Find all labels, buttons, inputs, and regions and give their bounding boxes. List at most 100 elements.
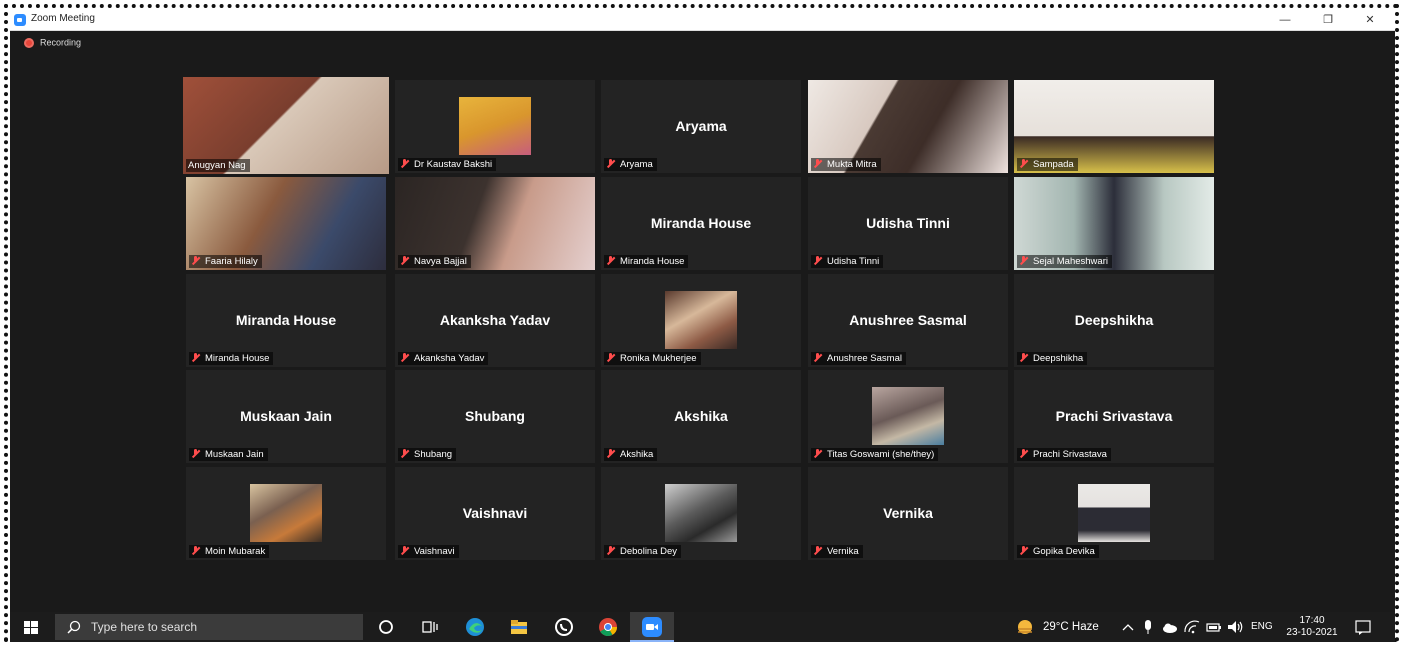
muted-mic-icon <box>1019 353 1028 362</box>
chrome-icon[interactable] <box>598 617 618 637</box>
muted-mic-icon <box>813 546 822 555</box>
participant-tile[interactable]: Akanksha Yadav Akanksha Yadav <box>395 274 595 367</box>
minimize-button[interactable]: — <box>1265 10 1305 30</box>
muted-mic-icon <box>191 256 200 265</box>
notifications-icon[interactable] <box>1353 617 1373 637</box>
participant-name: Miranda House <box>620 256 685 267</box>
participant-name: Aryama <box>620 159 653 170</box>
participant-display-name: Miranda House <box>650 215 752 231</box>
participant-name-label: Vernika <box>811 545 863 558</box>
participant-name: Shubang <box>414 449 453 460</box>
participant-tile[interactable]: Titas Goswami (she/they) <box>808 370 1008 463</box>
muted-mic-icon <box>813 159 822 168</box>
participant-name: Titas Goswami (she/they) <box>827 449 935 460</box>
participant-tile[interactable]: Muskaan Jain Muskaan Jain <box>186 370 386 463</box>
participant-tile[interactable]: Anushree Sasmal Anushree Sasmal <box>808 274 1008 367</box>
muted-mic-icon <box>1019 256 1028 265</box>
start-button[interactable] <box>24 621 38 634</box>
participant-name-label: Deepshikha <box>1017 352 1088 365</box>
participant-tile[interactable]: Sampada <box>1014 80 1214 173</box>
participant-video <box>665 291 737 349</box>
participant-name-label: Sejal Maheshwari <box>1017 255 1112 268</box>
wifi-icon[interactable] <box>1182 617 1202 637</box>
participant-tile[interactable]: Debolina Dey <box>601 467 801 560</box>
onedrive-cloud-icon[interactable] <box>1160 617 1180 637</box>
participant-tile[interactable]: Gopika Devika <box>1014 467 1214 560</box>
microphone-icon[interactable] <box>1138 617 1158 637</box>
participant-tile[interactable]: Akshika Akshika <box>601 370 801 463</box>
participant-name-label: Debolina Dey <box>604 545 682 558</box>
task-view-icon[interactable] <box>420 617 440 637</box>
battery-icon[interactable] <box>1204 617 1224 637</box>
participant-name: Anugyan Nag <box>188 160 246 171</box>
participant-name-label: Mukta Mitra <box>811 158 881 171</box>
participant-tile[interactable]: Deepshikha Deepshikha <box>1014 274 1214 367</box>
participant-tile[interactable]: Prachi Srivastava Prachi Srivastava <box>1014 370 1214 463</box>
participant-name-label: Miranda House <box>604 255 689 268</box>
muted-mic-icon <box>400 159 409 168</box>
participant-tile[interactable]: Dr Kaustav Bakshi <box>395 80 595 173</box>
language-indicator[interactable]: ENG <box>1251 612 1273 642</box>
taskbar-search-box[interactable]: Type here to search <box>55 614 363 640</box>
recording-indicator[interactable]: Recording <box>24 37 81 51</box>
muted-mic-icon <box>400 449 409 458</box>
participant-tile[interactable]: Vernika Vernika <box>808 467 1008 560</box>
participant-name: Sampada <box>1033 159 1074 170</box>
participant-display-name: Prachi Srivastava <box>1055 408 1173 424</box>
participant-tile[interactable]: Faaria Hilaly <box>186 177 386 270</box>
participant-tile[interactable]: Sejal Maheshwari <box>1014 177 1214 270</box>
participant-name-label: Navya Bajjal <box>398 255 471 268</box>
muted-mic-icon <box>813 353 822 362</box>
participant-tile[interactable]: Moin Mubarak <box>186 467 386 560</box>
participant-name-label: Titas Goswami (she/they) <box>811 448 939 461</box>
muted-mic-icon <box>400 256 409 265</box>
participant-tile[interactable]: Miranda House Miranda House <box>186 274 386 367</box>
participant-name-label: Muskaan Jain <box>189 448 268 461</box>
windows-taskbar: Type here to search 29°C Haze ENG 17:40 … <box>10 612 1395 642</box>
participant-tile[interactable]: Vaishnavi Vaishnavi <box>395 467 595 560</box>
muted-mic-icon <box>813 256 822 265</box>
participant-video <box>1078 484 1150 542</box>
edge-browser-icon[interactable] <box>465 617 485 637</box>
cortana-icon[interactable] <box>376 617 396 637</box>
participant-name-label: Miranda House <box>189 352 274 365</box>
file-explorer-icon[interactable] <box>509 617 529 637</box>
zoom-taskbar-button[interactable] <box>630 612 674 642</box>
participant-name-label: Akshika <box>604 448 658 461</box>
recording-icon <box>24 37 34 48</box>
participant-name: Gopika Devika <box>1033 546 1095 557</box>
participant-tile[interactable]: Mukta Mitra <box>808 80 1008 173</box>
participant-tile[interactable]: Miranda House Miranda House <box>601 177 801 270</box>
participant-display-name: Deepshikha <box>1074 312 1154 328</box>
participant-name-label: Gopika Devika <box>1017 545 1099 558</box>
whatsapp-icon[interactable] <box>554 617 574 637</box>
restore-button[interactable]: ❐ <box>1308 10 1348 30</box>
chevron-up-icon[interactable] <box>1118 617 1138 637</box>
muted-mic-icon <box>1019 449 1028 458</box>
weather-text[interactable]: 29°C Haze <box>1043 612 1099 642</box>
participant-tile[interactable]: Ronika Mukherjee <box>601 274 801 367</box>
participant-display-name: Akanksha Yadav <box>439 312 551 328</box>
close-button[interactable]: ✕ <box>1350 10 1390 30</box>
weather-haze-icon[interactable] <box>1015 617 1035 637</box>
search-placeholder: Type here to search <box>91 620 198 634</box>
participant-tile[interactable]: Udisha Tinni Udisha Tinni <box>808 177 1008 270</box>
participant-display-name: Vaishnavi <box>462 505 528 521</box>
title-bar: Zoom Meeting — ❐ ✕ <box>10 10 1395 31</box>
participant-name: Navya Bajjal <box>414 256 467 267</box>
participant-name: Vernika <box>827 546 859 557</box>
participant-name-label: Sampada <box>1017 158 1078 171</box>
clock[interactable]: 17:40 23-10-2021 <box>1282 615 1342 639</box>
muted-mic-icon <box>606 159 615 168</box>
participant-name: Ronika Mukherjee <box>620 353 697 364</box>
participant-name: Prachi Srivastava <box>1033 449 1107 460</box>
volume-icon[interactable] <box>1225 617 1245 637</box>
window-title: Zoom Meeting <box>31 13 95 24</box>
participant-name: Deepshikha <box>1033 353 1084 364</box>
participant-video <box>665 484 737 542</box>
participant-tile[interactable]: Anugyan Nag <box>183 77 389 174</box>
participant-display-name: Udisha Tinni <box>866 215 950 231</box>
participant-tile[interactable]: Shubang Shubang <box>395 370 595 463</box>
participant-tile[interactable]: Navya Bajjal <box>395 177 595 270</box>
participant-tile[interactable]: Aryama Aryama <box>601 80 801 173</box>
